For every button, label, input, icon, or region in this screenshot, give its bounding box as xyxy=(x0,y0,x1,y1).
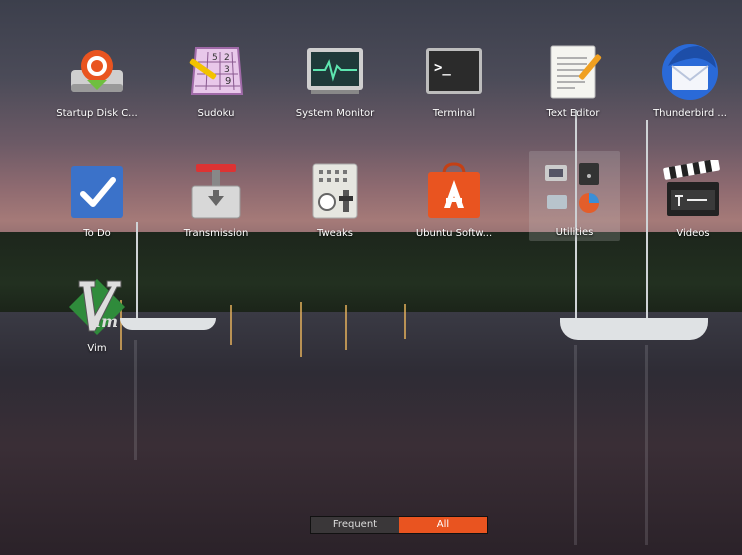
ubuntu-software-icon xyxy=(422,160,486,224)
app-label: System Monitor xyxy=(295,108,375,119)
app-label: Terminal xyxy=(432,108,476,119)
app-label: Ubuntu Softw... xyxy=(415,228,493,239)
sudoku-cell: 2 xyxy=(224,53,230,63)
light-reflection xyxy=(230,305,232,345)
app-sudoku[interactable]: 5 2 3 9 Sudoku xyxy=(166,40,266,120)
app-thunderbird[interactable]: Thunderbird ... xyxy=(640,40,740,120)
app-to-do[interactable]: To Do xyxy=(47,160,147,240)
app-label: Thunderbird ... xyxy=(653,108,727,119)
sudoku-cell: 5 xyxy=(212,53,218,63)
app-videos[interactable]: Videos xyxy=(643,158,742,240)
thunderbird-icon xyxy=(658,40,722,104)
sudoku-cell: 3 xyxy=(224,65,230,75)
app-label: Utilities xyxy=(555,227,594,238)
app-label: Text Editor xyxy=(546,108,600,119)
app-label: Tweaks xyxy=(317,228,353,239)
app-label: Transmission xyxy=(183,228,249,239)
app-label: Vim xyxy=(87,343,107,354)
app-label: To Do xyxy=(83,228,111,239)
app-label: Videos xyxy=(676,228,710,239)
light-reflection xyxy=(300,302,302,357)
app-text-editor[interactable]: Text Editor xyxy=(523,40,623,120)
folder-utilities[interactable]: Utilities xyxy=(529,151,620,241)
tab-frequent[interactable]: Frequent xyxy=(311,517,399,533)
light-reflection xyxy=(345,305,347,350)
app-startup-disk-creator[interactable]: Startup Disk C... xyxy=(47,40,147,120)
app-transmission[interactable]: Transmission xyxy=(166,160,266,240)
todo-icon xyxy=(65,160,129,224)
app-terminal[interactable]: >_ Terminal xyxy=(404,40,504,120)
app-label: Sudoku xyxy=(197,108,235,119)
sailboat-hull xyxy=(560,318,708,340)
videos-icon xyxy=(661,158,725,224)
view-switcher: Frequent All xyxy=(310,516,488,534)
tab-all[interactable]: All xyxy=(399,517,487,533)
app-tweaks[interactable]: Tweaks xyxy=(285,160,385,240)
mast-reflection xyxy=(134,340,137,460)
app-label: Startup Disk C... xyxy=(56,108,138,119)
sudoku-icon: 5 2 3 9 xyxy=(184,40,248,104)
app-vim[interactable]: im Vim xyxy=(47,275,147,355)
startup-disk-creator-icon xyxy=(65,40,129,104)
mast-reflection xyxy=(645,345,648,545)
vim-icon: im xyxy=(65,275,129,339)
sudoku-cell: 9 xyxy=(225,76,231,87)
transmission-icon xyxy=(184,160,248,224)
system-monitor-icon xyxy=(303,40,367,104)
light-reflection xyxy=(404,304,406,339)
vim-logo-text: im xyxy=(95,312,118,331)
app-ubuntu-software[interactable]: Ubuntu Softw... xyxy=(404,160,504,240)
app-system-monitor[interactable]: System Monitor xyxy=(285,40,385,120)
text-editor-icon xyxy=(541,40,605,104)
terminal-icon: >_ xyxy=(422,40,486,104)
mast-reflection xyxy=(574,345,577,545)
utilities-folder-icon xyxy=(529,151,620,221)
terminal-prompt: >_ xyxy=(434,60,451,76)
tweaks-icon xyxy=(303,160,367,224)
